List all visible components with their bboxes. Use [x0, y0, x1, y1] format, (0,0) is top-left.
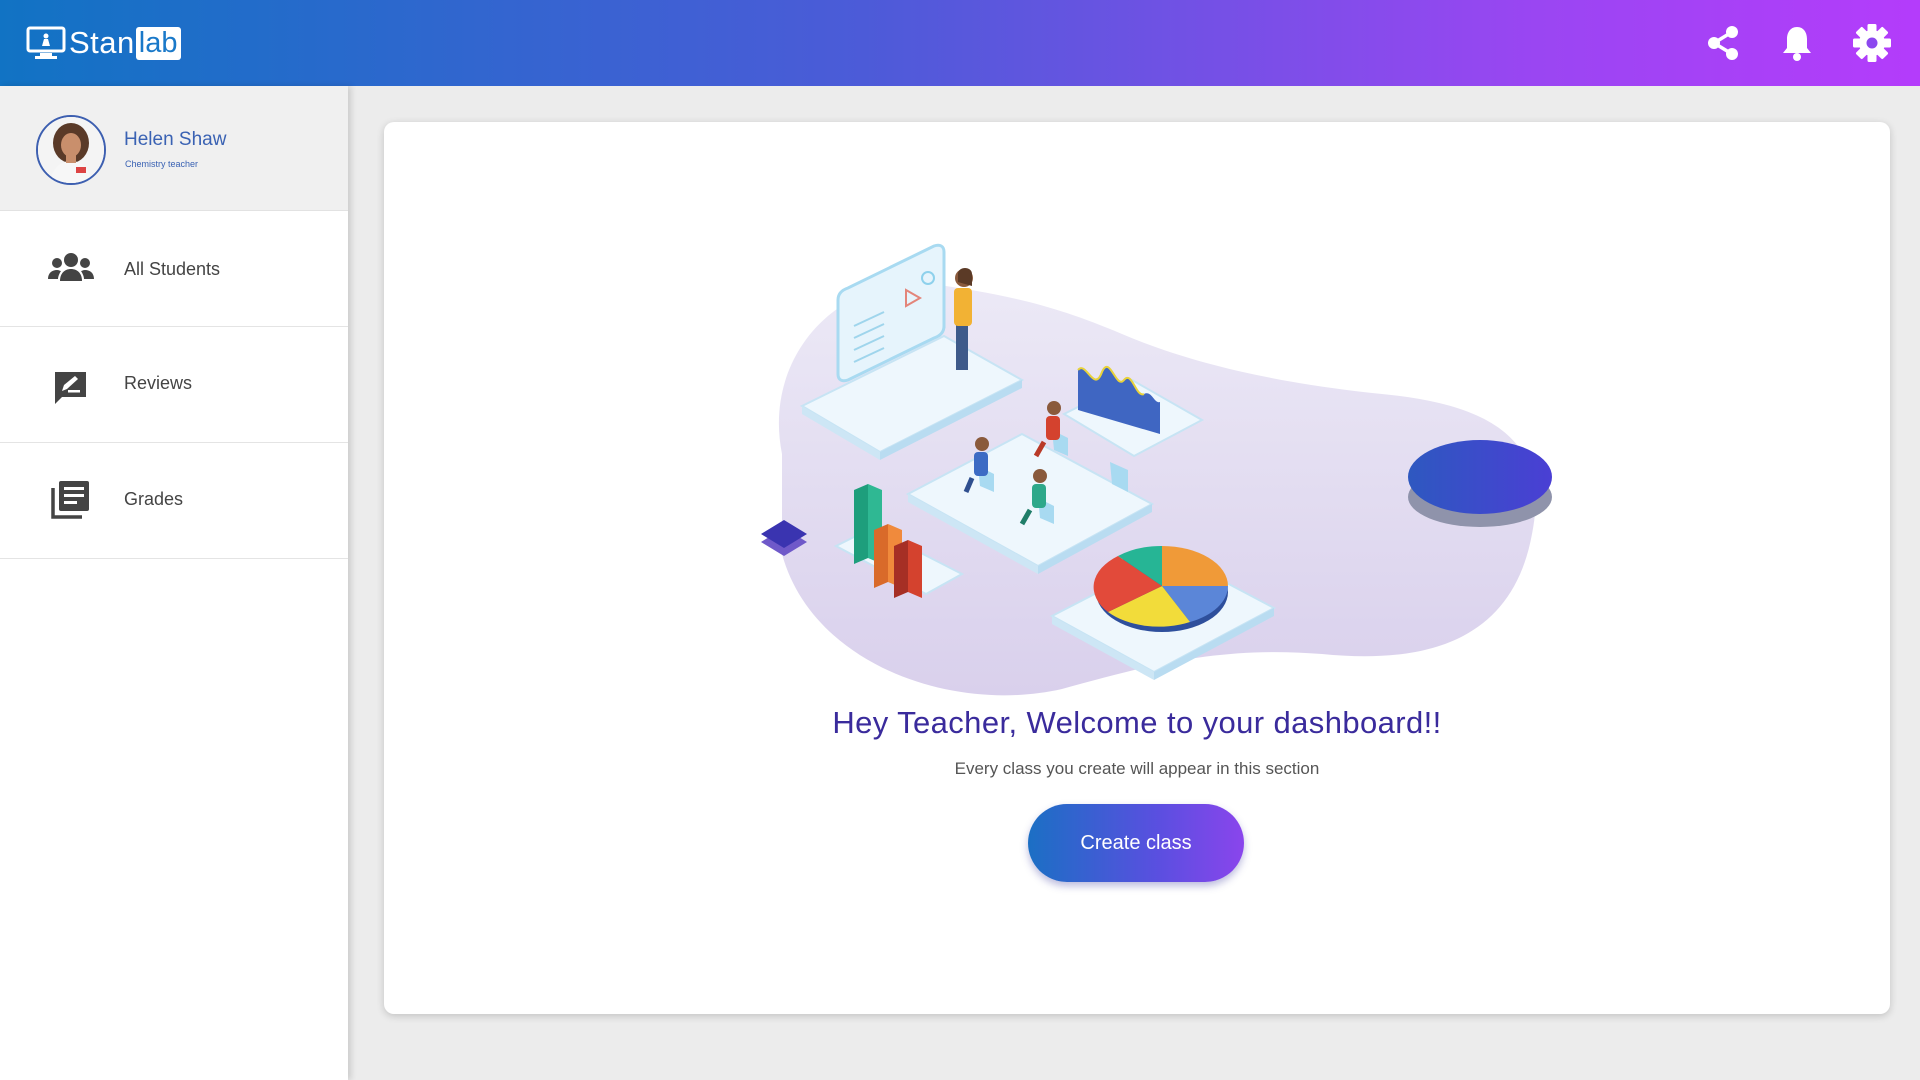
- profile-panel[interactable]: Helen Shaw Chemistry teacher: [0, 86, 348, 211]
- sidebar-item-label: Grades: [124, 489, 184, 509]
- sidebar-item-all-students[interactable]: All Students: [0, 211, 348, 327]
- logo-text-lab: lab: [135, 26, 182, 60]
- sidebar-item-grades[interactable]: Grades: [0, 443, 348, 559]
- welcome-subtitle: Every class you create will appear in th…: [954, 759, 1320, 778]
- bell-icon[interactable]: [1777, 23, 1817, 63]
- share-icon[interactable]: [1703, 23, 1743, 63]
- users-icon: [48, 249, 94, 289]
- sidebar-item-label: Reviews: [124, 373, 193, 393]
- pie-chart-3d: [1093, 545, 1228, 632]
- top-navigation-bar: Stan lab: [0, 0, 1920, 86]
- dashboard-card: Hey Teacher, Welcome to your dashboard!!…: [384, 122, 1890, 1014]
- grades-icon: [48, 479, 94, 519]
- blue-disc: [1408, 440, 1552, 514]
- profile-name: Helen Shaw: [124, 129, 227, 150]
- review-icon: [48, 369, 94, 409]
- create-class-button[interactable]: Create class: [1028, 804, 1244, 882]
- welcome-title: Hey Teacher, Welcome to your dashboard!!: [832, 705, 1442, 740]
- sidebar: Helen Shaw Chemistry teacher All Student…: [0, 86, 348, 1080]
- monitor-logo-icon: [26, 26, 66, 59]
- sidebar-item-reviews[interactable]: Reviews: [0, 327, 348, 443]
- logo-text-stan: Stan: [69, 25, 135, 60]
- avatar[interactable]: [36, 115, 106, 185]
- gear-icon[interactable]: [1852, 23, 1892, 63]
- stanlab-logo[interactable]: Stan lab: [26, 24, 182, 62]
- classroom-illustration: [761, 243, 1552, 696]
- sidebar-item-label: All Students: [124, 259, 221, 279]
- profile-role: Chemistry teacher: [125, 159, 199, 169]
